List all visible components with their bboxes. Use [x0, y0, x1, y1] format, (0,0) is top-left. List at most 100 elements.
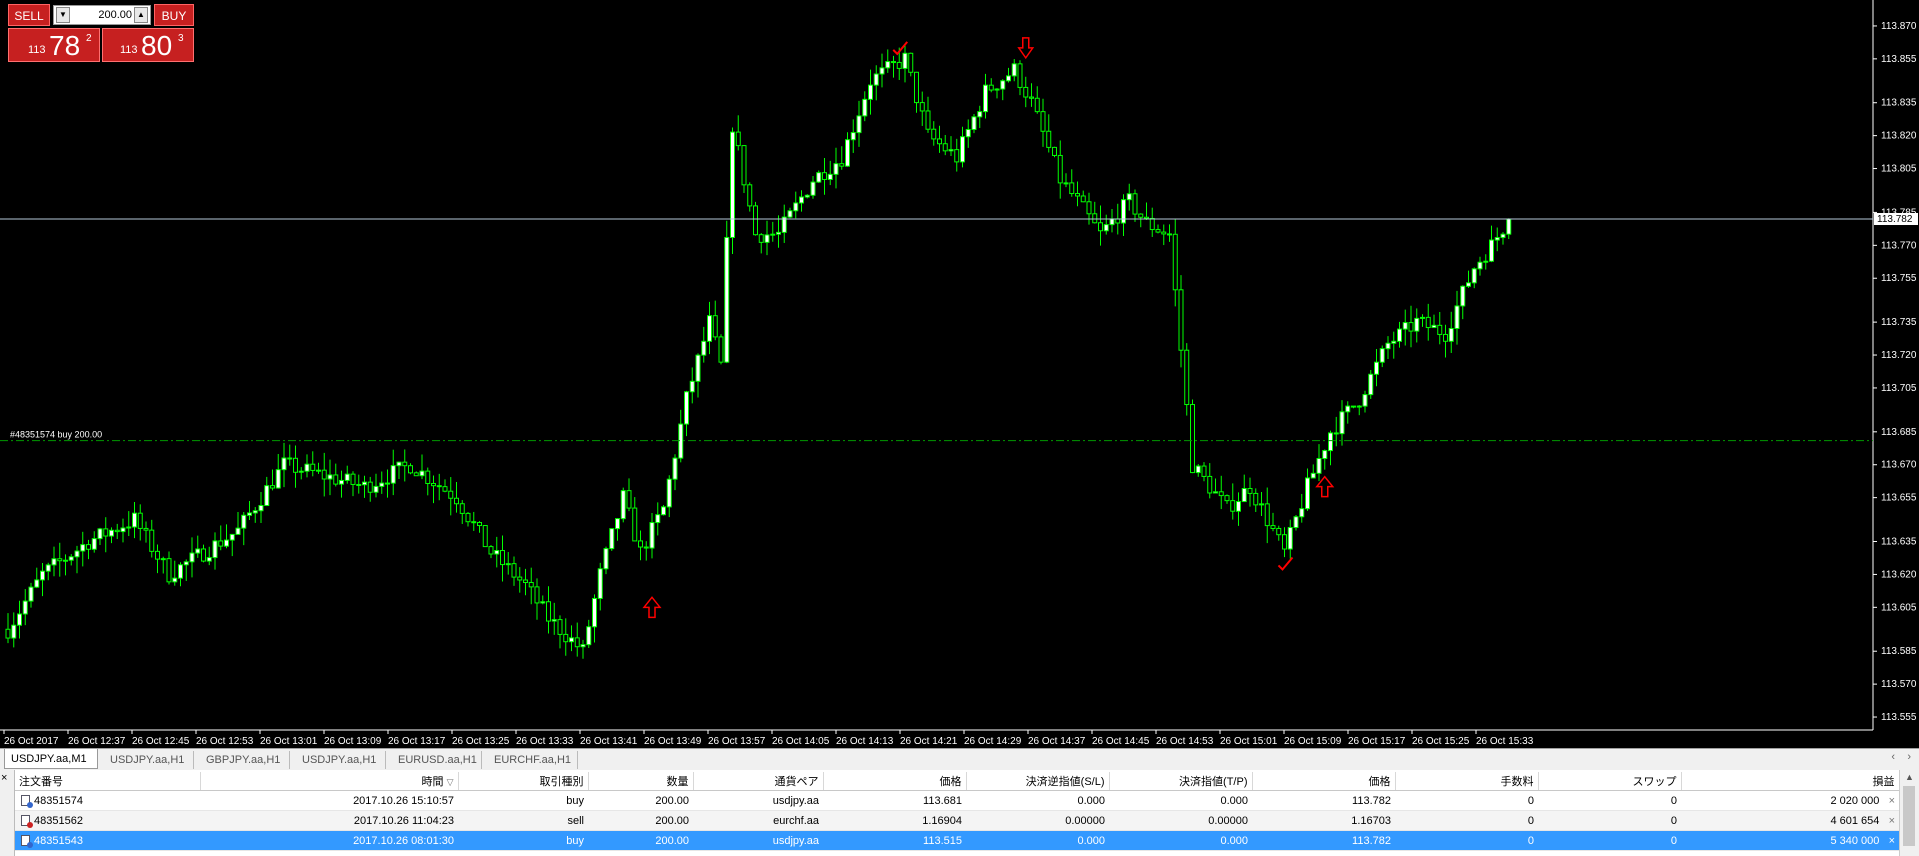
candle-body	[1103, 224, 1109, 232]
column-header-take-profit[interactable]: 決済指値(T/P)	[1109, 772, 1253, 791]
candle-body	[1075, 193, 1080, 197]
tabs-scroll-left-icon[interactable]: ‹	[1891, 751, 1895, 763]
chart-tab-eurusd-h1[interactable]: EURUSD.aa,H1	[392, 751, 482, 769]
volume-stepper[interactable]: ▼ ▲	[53, 5, 151, 25]
x-tick-label: 26 Oct 15:09	[1284, 736, 1342, 747]
stop-loss-cell[interactable]: 0.000	[966, 830, 1109, 851]
time-cell: 2017.10.26 11:04:23	[200, 810, 458, 831]
candle-body	[1379, 348, 1385, 363]
table-row-selected[interactable]: 48351543 2017.10.26 08:01:30 buy 200.00 …	[15, 830, 1899, 851]
column-header-profit[interactable]: 損益	[1681, 772, 1900, 791]
candle-body	[902, 52, 908, 69]
close-position-icon[interactable]: ×	[1889, 815, 1895, 827]
volume-input[interactable]	[72, 6, 132, 24]
candle-body	[1144, 216, 1149, 219]
candle-body	[695, 354, 701, 382]
candle-body	[701, 340, 707, 356]
volume-cell: 200.00	[588, 790, 693, 811]
close-position-icon[interactable]: ×	[1889, 795, 1895, 807]
scrollbar-thumb[interactable]	[1903, 786, 1915, 846]
open-price-cell: 1.16904	[823, 810, 966, 831]
chart-tab-gbpjpy-h1[interactable]: GBPJPY.aa,H1	[200, 751, 290, 769]
column-header-stop-loss[interactable]: 決済逆指値(S/L)	[966, 772, 1110, 791]
column-header-open-price[interactable]: 価格	[823, 772, 967, 791]
candle-body	[804, 194, 810, 198]
candle-body	[120, 527, 126, 533]
candle-body	[1218, 491, 1224, 497]
table-row[interactable]: 48351574 2017.10.26 15:10:57 buy 200.00 …	[15, 790, 1899, 811]
chart-tab-usdjpy-h1[interactable]: USDJPY.aa,H1	[104, 751, 194, 769]
close-position-icon[interactable]: ×	[1889, 835, 1895, 847]
candle-body	[1431, 324, 1437, 329]
chart-tab-usdjpy-h1-2[interactable]: USDJPY.aa,H1	[296, 751, 386, 769]
candle-body	[977, 111, 983, 118]
y-tick-label: 113.620	[1881, 569, 1917, 580]
stop-loss-cell[interactable]: 0.000	[966, 790, 1109, 811]
tabs-scroll-right-icon[interactable]: ›	[1907, 751, 1911, 763]
candle-body	[787, 210, 793, 218]
candle-body	[839, 163, 845, 167]
chart-canvas[interactable]: 113.870113.855113.835113.820113.805113.7…	[0, 0, 1919, 748]
candle-body	[356, 483, 362, 486]
candle-body	[1023, 86, 1029, 98]
column-header-price[interactable]: 価格	[1252, 772, 1396, 791]
candle-body	[1333, 432, 1339, 435]
price-chart[interactable]: 113.870 113.855 113.835 113.820 113.805 113.7…	[0, 0, 1919, 748]
chart-tab-eurchf-h1[interactable]: EURCHF.aa,H1	[488, 751, 578, 769]
candle-body	[34, 579, 40, 588]
terminal-scrollbar[interactable]: ▲	[1899, 770, 1919, 856]
column-header-swap[interactable]: スワップ	[1538, 772, 1682, 791]
buy-button[interactable]: BUY	[154, 4, 194, 26]
take-profit-cell[interactable]: 0.000	[1109, 790, 1252, 811]
column-header-symbol[interactable]: 通貨ペア	[693, 772, 824, 791]
candle-body	[885, 61, 891, 69]
sell-button[interactable]: SELL	[8, 4, 50, 26]
column-header-ticket[interactable]: 注文番号	[15, 772, 201, 791]
candle-body	[40, 570, 45, 581]
table-row[interactable]: 48351562 2017.10.26 11:04:23 sell 200.00…	[15, 810, 1899, 831]
candle-body	[373, 485, 379, 493]
column-header-volume[interactable]: 数量	[588, 772, 694, 791]
profit-cell: 4 601 654 ×	[1681, 810, 1899, 831]
column-header-commission[interactable]: 手数料	[1395, 772, 1539, 791]
take-profit-cell[interactable]: 0.00000	[1109, 810, 1252, 831]
candle-body	[592, 597, 597, 628]
stop-loss-cell[interactable]: 0.00000	[966, 810, 1109, 831]
current-price-label: 113.782	[1877, 214, 1913, 225]
terminal-panel: × 注文番号 時間 ▽ 取引種別 数量 通貨ペア 価格 決済逆指値(S/L) 決…	[0, 770, 1919, 856]
ask-price-button[interactable]: 113 80 3	[102, 28, 194, 62]
candle-body	[22, 600, 28, 615]
candle-body	[1000, 80, 1006, 90]
candle-body	[1310, 472, 1316, 479]
candle-body	[471, 521, 477, 524]
bid-price-button[interactable]: 113 78 2	[8, 28, 100, 62]
terminal-close-icon[interactable]: ×	[1, 772, 7, 784]
candle-body	[344, 473, 350, 481]
ask-price-prefix: 113	[120, 44, 138, 56]
y-tick-label: 113.585	[1881, 646, 1917, 657]
candle-body	[856, 115, 862, 134]
time-cell: 2017.10.26 08:01:30	[200, 830, 458, 851]
candle-body	[304, 463, 310, 472]
ticket-number: 48351543	[34, 834, 83, 847]
candle-body	[649, 522, 655, 549]
column-header-time[interactable]: 時間 ▽	[200, 772, 459, 791]
take-profit-cell[interactable]: 0.000	[1109, 830, 1252, 851]
volume-increase-icon[interactable]: ▲	[134, 7, 148, 23]
ticket-cell: 48351562	[15, 810, 200, 831]
candle-body	[891, 61, 896, 64]
candle-body	[362, 481, 367, 486]
candle-body	[638, 540, 643, 548]
column-header-type[interactable]: 取引種別	[458, 772, 589, 791]
scroll-up-icon[interactable]: ▲	[1905, 772, 1914, 782]
chart-tab-usdjpy-m1[interactable]: USDJPY.aa,M1	[4, 749, 98, 769]
candle-body	[235, 527, 241, 535]
candle-body	[597, 568, 603, 599]
candle-body	[298, 470, 304, 473]
candle-body	[252, 510, 258, 514]
candle-body	[5, 628, 11, 639]
y-tick-label: 113.720	[1881, 350, 1917, 361]
candle-body	[350, 473, 356, 485]
candle-body	[615, 518, 620, 530]
volume-decrease-icon[interactable]: ▼	[56, 7, 70, 23]
